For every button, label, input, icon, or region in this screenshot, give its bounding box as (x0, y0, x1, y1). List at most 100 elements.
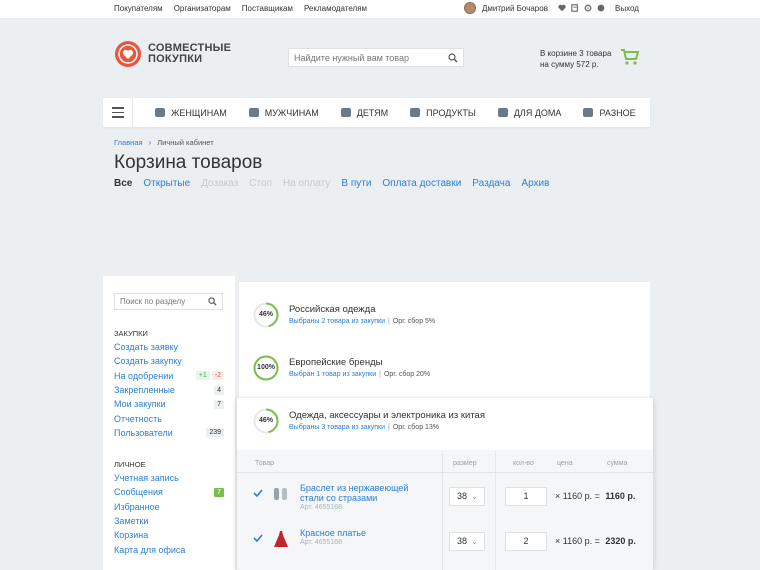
sidebar-item-pinned[interactable]: Закрепленные 4 (114, 383, 224, 397)
row-price: × 1160 р. = 1160 р. (555, 491, 636, 501)
progress-label: 100% (257, 364, 275, 371)
sidebar-item-label: Учетная запись (114, 473, 179, 484)
nav-men-label: МУЖЧИНАМ (264, 107, 319, 118)
user-name[interactable]: Дмитрий Бочаров (482, 4, 548, 13)
tab-distribution[interactable]: Раздача (472, 178, 510, 189)
sidebar-item-account[interactable]: Учетная запись (114, 471, 224, 485)
status-tabs: Все Открытые Дозаказ Стоп На оплату В пу… (114, 178, 549, 189)
chevron-right-icon: › (148, 138, 152, 147)
product-name[interactable]: Браслет из нержавеющей стали со стразами (300, 483, 420, 503)
nav-food[interactable]: ПРОДУКТЫ (410, 108, 476, 118)
nav-misc-label: РАЗНОЕ (599, 107, 636, 118)
nav-home[interactable]: ДЛЯ ДОМА (497, 108, 561, 118)
size-select[interactable]: 38 ⌄ (449, 487, 485, 506)
tab-open[interactable]: Открытые (143, 178, 190, 189)
top-link-advertisers[interactable]: Рекламодателям (304, 4, 367, 13)
sidebar-item-my-purchases[interactable]: Мои закупки 7 (114, 397, 224, 411)
sidebar-item-label: Отчетность (114, 413, 162, 424)
quantity-input[interactable]: 1 (505, 487, 547, 506)
sidebar-item-label: Заметки (114, 516, 149, 527)
nav-women-label: ЖЕНЩИНАМ (171, 107, 227, 118)
sidebar-item-create-purchase[interactable]: Создать закупку (114, 354, 224, 368)
section-title-purchases: ЗАКУПКИ (114, 329, 148, 338)
product-name[interactable]: Красное платье (300, 528, 420, 538)
sidebar-item-office-card[interactable]: Карта для офиса (114, 542, 224, 556)
search-box[interactable] (288, 48, 464, 67)
group-name[interactable]: Российская одежда (289, 304, 375, 315)
breadcrumb-home[interactable]: Главная (114, 138, 143, 147)
sidebar-item-label: Создать закупку (114, 356, 182, 367)
group-selected[interactable]: Выбраны 2 товара из закупки (289, 318, 385, 325)
menu-icon[interactable] (103, 98, 133, 127)
sidebar-item-messages[interactable]: Сообщения 7 (114, 485, 224, 499)
purchase-group[interactable]: 46% Российская одежда Выбраны 2 товара и… (253, 302, 633, 336)
purchase-group[interactable]: 100% Европейские бренды Выбран 1 товар и… (253, 355, 633, 389)
group-fee: Орг. сбор 5% (392, 318, 436, 325)
sidebar-item-users[interactable]: Пользователи 239 (114, 426, 224, 440)
tab-archive[interactable]: Архив (521, 178, 549, 189)
cart-total: на сумму 572 р. (540, 60, 599, 69)
header-size: размер (453, 460, 477, 467)
tab-delivery-payment[interactable]: Оплата доставки (382, 178, 461, 189)
avatar[interactable] (464, 2, 476, 14)
globe-icon[interactable] (597, 4, 605, 12)
group-selected[interactable]: Выбран 1 товар из закупки (289, 371, 376, 378)
check-icon[interactable] (253, 489, 263, 497)
sidebar-item-cart[interactable]: Корзина (114, 528, 224, 542)
section-search-input[interactable] (115, 297, 200, 306)
user-menu[interactable]: Дмитрий Бочаров (464, 2, 605, 14)
product-thumbnail[interactable] (271, 529, 291, 549)
top-link-buyers[interactable]: Покупателям (114, 4, 163, 13)
tab-all[interactable]: Все (114, 178, 132, 189)
sidebar-item-label: Мои закупки (114, 399, 166, 410)
tab-in-transit[interactable]: В пути (341, 178, 371, 189)
unit-price: 1160 р. (562, 491, 593, 501)
product-thumbnail[interactable] (271, 484, 291, 504)
sidebar-item-favorites[interactable]: Избранное (114, 500, 224, 514)
quantity-input[interactable]: 2 (505, 532, 547, 551)
header-divider (237, 472, 653, 473)
sidebar-item-pending[interactable]: На одобрении +1 -2 (114, 369, 224, 383)
top-bar: Покупателям Организаторам Поставщикам Ре… (0, 0, 760, 18)
product-article: Арт. 4655168 (300, 539, 342, 546)
nav-misc[interactable]: РАЗНОЕ (583, 107, 636, 118)
cart-icon[interactable] (620, 48, 640, 66)
section-search[interactable] (114, 293, 223, 310)
group-name[interactable]: Европейские бренды (289, 357, 382, 368)
nav-men[interactable]: МУЖЧИНАМ (248, 107, 319, 118)
progress-label: 46% (258, 311, 273, 318)
top-links: Покупателям Организаторам Поставщикам Ре… (114, 4, 367, 13)
search-icon[interactable] (448, 53, 458, 63)
gear-icon[interactable] (584, 4, 592, 12)
cart-summary[interactable]: В корзине 3 товара на сумму 572 р. (540, 48, 611, 70)
purchase-group[interactable]: 46% Одежда, аксессуары и электроника из … (253, 408, 633, 442)
group-selected[interactable]: Выбраны 3 товара из закупки (289, 424, 385, 431)
breadcrumb-current: Личный кабинет (157, 138, 214, 147)
sidebar-item-reports[interactable]: Отчетность (114, 411, 224, 425)
group-fee: Орг. сбор 20% (383, 371, 431, 378)
sidebar-item-create-request[interactable]: Создать заявку (114, 340, 224, 354)
women-icon (155, 108, 165, 117)
sidebar-item-notes[interactable]: Заметки (114, 514, 224, 528)
sidebar-item-label: Сообщения (114, 487, 163, 498)
badge-plus: +1 (195, 371, 210, 381)
top-link-suppliers[interactable]: Поставщикам (242, 4, 293, 13)
logo[interactable]: СОВМЕСТНЫЕ ПОКУПКИ (114, 40, 231, 68)
group-name[interactable]: Одежда, аксессуары и электроника из кита… (289, 410, 485, 421)
check-icon[interactable] (253, 534, 263, 542)
size-select[interactable]: 38 ⌄ (449, 532, 485, 551)
items-table: Товар размер кол-во цена сумма Браслет и… (237, 450, 653, 570)
nav-kids[interactable]: ДЕТЯМ (340, 108, 388, 118)
nav-women[interactable]: ЖЕНЩИНАМ (155, 108, 227, 118)
top-link-organizers[interactable]: Организаторам (174, 4, 231, 13)
logout-link[interactable]: Выход (615, 4, 639, 13)
header-sum: сумма (607, 460, 628, 467)
heart-icon[interactable] (558, 4, 566, 12)
sidebar: ЗАКУПКИ Создать заявку Создать закупку Н… (103, 276, 235, 570)
sidebar-item-label: Закрепленные (114, 385, 175, 396)
men-icon (248, 108, 259, 117)
search-icon[interactable] (208, 297, 217, 306)
edit-icon[interactable] (571, 4, 579, 12)
purchases-list: Создать заявку Создать закупку На одобре… (114, 340, 224, 440)
search-input[interactable] (289, 52, 439, 63)
